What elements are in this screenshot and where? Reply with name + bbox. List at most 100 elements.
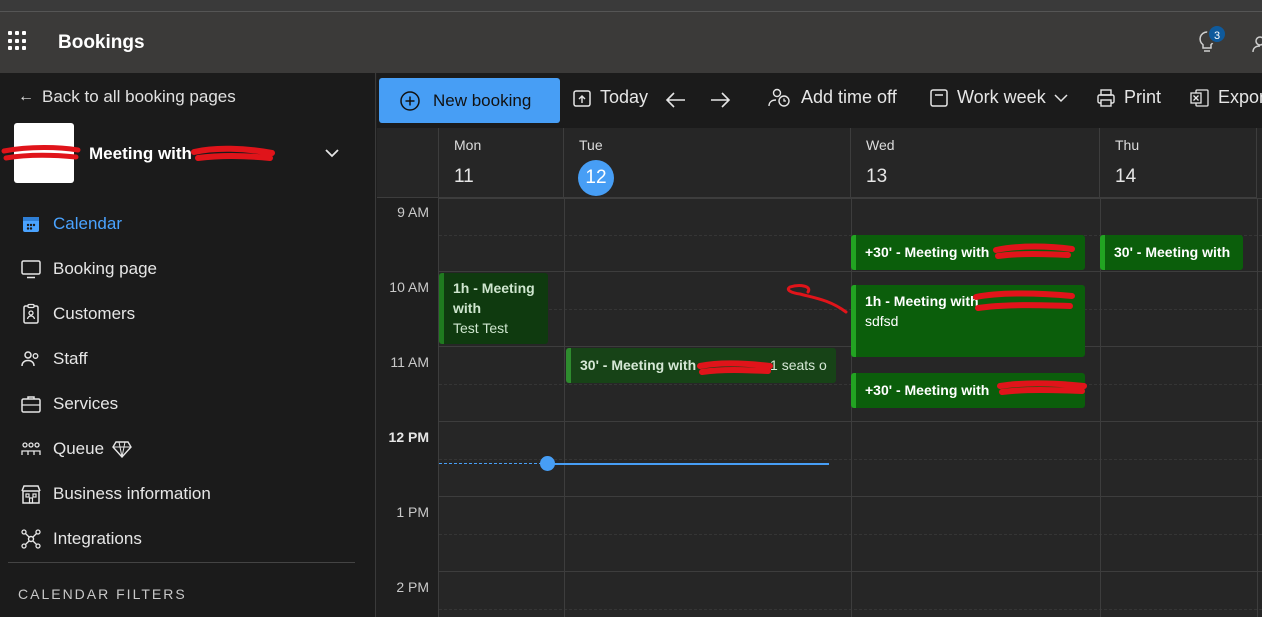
event-title: 30' - Meeting with xyxy=(580,357,697,373)
sidebar-item-integrations[interactable]: Integrations xyxy=(0,516,376,561)
person-clock-icon xyxy=(768,88,790,107)
app-title: Bookings xyxy=(58,32,145,53)
export-label: Expor xyxy=(1218,87,1262,107)
event-title: +30' - Meeting with xyxy=(865,382,990,398)
current-time-dot xyxy=(540,456,555,471)
day-column-divider xyxy=(1257,198,1258,617)
today-button[interactable]: Today xyxy=(572,87,648,108)
day-name: Tue xyxy=(579,137,603,153)
day-column-divider xyxy=(564,198,565,617)
monitor-icon xyxy=(21,259,41,278)
day-date: 11 xyxy=(454,166,474,187)
briefcase-icon xyxy=(21,395,41,413)
event-wed-meeting[interactable]: 1h - Meeting with sdfsd xyxy=(851,285,1085,357)
add-time-off-button[interactable]: Add time off xyxy=(767,87,897,108)
app-launcher-icon[interactable] xyxy=(8,31,28,51)
booking-page-name: Meeting with xyxy=(89,144,192,163)
event-title: +30' - Meeting with xyxy=(865,244,990,260)
event-wed-buffer-before[interactable]: +30' - Meeting with xyxy=(851,235,1085,270)
sidebar-item-booking-page[interactable]: Booking page xyxy=(0,246,376,291)
day-name: Wed xyxy=(866,137,895,153)
sidebar: ← Back to all booking pages Meeting with… xyxy=(0,73,376,617)
event-title: 1h - Meeting with xyxy=(865,293,979,309)
print-button[interactable]: Print xyxy=(1096,87,1161,108)
sidebar-nav: Calendar Booking page Customers Staff Se… xyxy=(0,201,376,561)
back-to-booking-pages-link[interactable]: ← Back to all booking pages xyxy=(18,87,236,107)
time-label: 10 AM xyxy=(389,279,429,295)
day-header-tue[interactable]: Tue 12 xyxy=(564,128,851,198)
day-date: 14 xyxy=(1115,166,1137,187)
event-title: 30' - Meeting with xyxy=(1114,244,1231,260)
sidebar-item-services[interactable]: Services xyxy=(0,381,376,426)
time-label: 2 PM xyxy=(396,579,429,595)
new-booking-button[interactable]: New booking xyxy=(379,78,560,123)
queue-icon xyxy=(21,441,41,455)
sidebar-item-customers[interactable]: Customers xyxy=(0,291,376,336)
back-link-label: Back to all booking pages xyxy=(42,87,236,106)
day-header-wed[interactable]: Wed 13 xyxy=(851,128,1100,198)
booking-page-logo xyxy=(14,123,74,183)
view-selector-label: Work week xyxy=(957,87,1046,107)
sidebar-item-label: Staff xyxy=(53,348,88,368)
sidebar-item-label: Queue xyxy=(53,438,105,458)
sidebar-item-label: Integrations xyxy=(53,528,142,548)
export-button[interactable]: Expor xyxy=(1190,87,1262,108)
today-date-badge: 12 xyxy=(578,160,614,196)
sidebar-item-business-information[interactable]: Business information xyxy=(0,471,376,516)
network-icon xyxy=(21,528,41,549)
event-thu-meeting[interactable]: 30' - Meeting with xyxy=(1100,235,1243,270)
people-icon[interactable] xyxy=(1252,36,1262,52)
sidebar-item-staff[interactable]: Staff xyxy=(0,336,376,381)
calendar-view-icon xyxy=(930,88,948,107)
day-date: 13 xyxy=(866,166,888,187)
excel-icon xyxy=(1190,88,1209,107)
event-title: 1h - Meeting with xyxy=(453,280,535,316)
calendar-toolbar: New booking Today Add time off Work week xyxy=(377,73,1262,128)
print-label: Print xyxy=(1124,87,1162,107)
arrow-right-icon[interactable] xyxy=(709,90,731,110)
clipboard-icon xyxy=(23,303,39,324)
sidebar-item-label: Booking page xyxy=(53,258,157,278)
day-header-thu[interactable]: Thu 14 xyxy=(1100,128,1257,198)
building-icon xyxy=(21,484,41,504)
window-top-strip xyxy=(0,0,1262,12)
current-time-line xyxy=(547,463,829,465)
time-gutter-header xyxy=(377,128,439,198)
event-tue-meeting[interactable]: 30' - Meeting with 1 seats o xyxy=(566,348,836,383)
day-header-mon[interactable]: Mon 11 xyxy=(439,128,564,198)
time-gutter xyxy=(377,198,439,617)
event-subtitle: Test Test xyxy=(453,320,508,336)
people-icon xyxy=(21,350,39,366)
sidebar-item-label: Business information xyxy=(53,483,211,503)
arrow-left-icon[interactable] xyxy=(665,90,687,110)
chevron-down-icon[interactable] xyxy=(324,147,340,159)
notification-badge: 3 xyxy=(1207,24,1227,44)
diamond-icon xyxy=(112,440,132,458)
event-wed-buffer-after[interactable]: +30' - Meeting with xyxy=(851,373,1085,408)
calendar-icon xyxy=(23,216,39,232)
new-booking-label: New booking xyxy=(433,90,532,110)
current-time-dashed-line xyxy=(439,463,547,464)
sidebar-item-calendar[interactable]: Calendar xyxy=(0,201,376,246)
day-name: Thu xyxy=(1115,137,1140,153)
add-circle-icon xyxy=(400,90,420,111)
add-time-off-label: Add time off xyxy=(801,87,897,107)
day-name: Mon xyxy=(454,137,482,153)
app-header: Bookings 3 xyxy=(0,12,1262,73)
time-label: 12 PM xyxy=(388,429,429,445)
view-selector-dropdown[interactable]: Work week xyxy=(929,87,1068,108)
calendar-today-icon xyxy=(573,89,591,107)
today-label: Today xyxy=(600,87,649,107)
booking-page-selector[interactable]: Meeting with xyxy=(14,123,354,185)
event-subtitle: sdfsd xyxy=(865,313,899,329)
event-extra: 1 seats o xyxy=(770,357,827,373)
event-mon-meeting[interactable]: 1h - Meeting with Test Test xyxy=(439,273,548,344)
sidebar-item-label: Customers xyxy=(53,303,136,323)
sidebar-item-queue[interactable]: Queue xyxy=(0,426,376,471)
calendar-filters-heading: CALENDAR FILTERS xyxy=(18,586,187,602)
time-label: 11 AM xyxy=(390,354,429,370)
back-arrow-icon: ← xyxy=(18,88,34,105)
time-label: 9 AM xyxy=(397,204,429,220)
calendar-grid: Mon 11 Tue 12 Wed 13 Thu 14 9 AM 10 AM 1… xyxy=(377,128,1262,617)
printer-icon xyxy=(1097,88,1115,107)
